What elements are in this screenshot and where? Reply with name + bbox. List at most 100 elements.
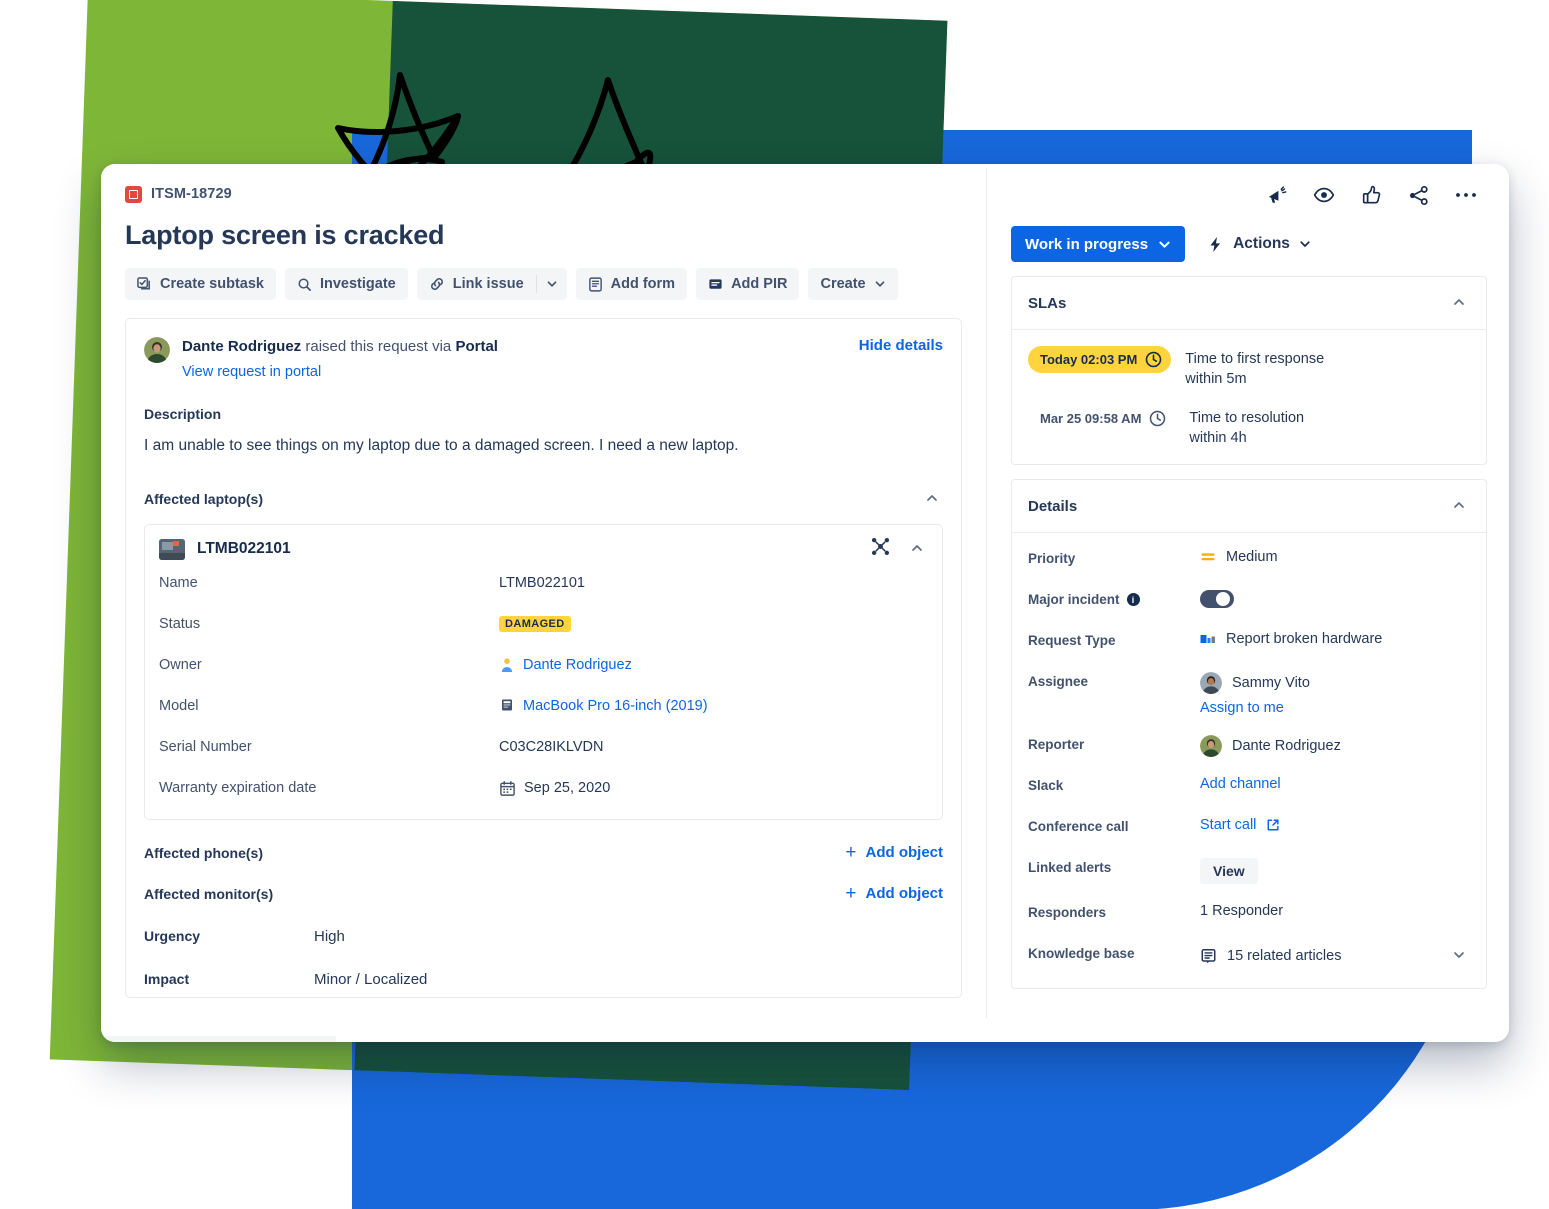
affected-laptops-section-header[interactable]: Affected laptop(s) <box>144 487 943 511</box>
field-value-wrap: MacBook Pro 16-inch (2019) <box>499 698 708 714</box>
object-field-row: Warranty expiration date Sep 25, 2020 <box>145 778 942 798</box>
issue-key[interactable]: ITSM-18729 <box>151 186 232 202</box>
detail-value-wrap[interactable]: Report broken hardware <box>1200 631 1470 647</box>
hide-details-button[interactable]: Hide details <box>859 337 943 354</box>
slas-panel-body: Today 02:03 PM Time to first response wi… <box>1012 330 1486 464</box>
investigate-label: Investigate <box>319 276 396 292</box>
priority-value: Medium <box>1226 549 1278 565</box>
link-issue-label: Link issue <box>452 276 524 292</box>
request-type-icon <box>1200 635 1215 643</box>
field-key: Warranty expiration date <box>159 780 317 796</box>
assignee-user[interactable]: Sammy Vito <box>1200 672 1310 694</box>
details-panel-header[interactable]: Details <box>1012 480 1486 533</box>
detail-row-knowledge-base: Knowledge base 15 related articles <box>1028 944 1470 968</box>
object-chevron-up-icon[interactable] <box>906 537 928 561</box>
detail-value-wrap: Sammy Vito Assign to me <box>1200 672 1470 716</box>
chevron-up-icon[interactable] <box>1448 494 1470 518</box>
thumbs-up-icon[interactable] <box>1361 185 1382 206</box>
investigate-button[interactable]: Investigate <box>284 268 408 300</box>
detail-row-conference-call: Conference call Start call <box>1028 817 1470 839</box>
description-label: Description <box>144 406 222 422</box>
info-icon[interactable]: i <box>1126 593 1140 606</box>
screenshot-stage: ITSM-18729 Laptop screen is cracked Crea… <box>0 0 1549 1209</box>
warranty-date: Sep 25, 2020 <box>524 780 611 796</box>
knowledge-base-value: 15 related articles <box>1227 948 1342 964</box>
detail-value-wrap[interactable]: 15 related articles <box>1200 944 1470 968</box>
device-icon <box>502 699 512 711</box>
form-icon <box>588 276 602 292</box>
field-key: Status <box>159 616 201 632</box>
add-form-button[interactable]: Add form <box>575 268 688 300</box>
major-incident-toggle[interactable]: ✕ <box>1200 590 1234 608</box>
object-field-row: Owner Dante Rodriguez <box>145 655 942 675</box>
field-key: Model <box>159 698 199 714</box>
add-pir-label: Add PIR <box>731 276 788 292</box>
issue-toolbar: Create subtask Investigate Link issue Ad… <box>125 268 962 300</box>
page-title: Laptop screen is cracked <box>125 220 445 250</box>
detail-value-wrap[interactable]: Dante Rodriguez <box>1200 735 1470 757</box>
slas-panel: SLAs Today 02:03 PM Time to first respon… <box>1011 276 1487 465</box>
laptop-object-card: LTMB022101 Name LTMB022101 Status DAMAGE… <box>144 524 943 820</box>
assign-to-me-link[interactable]: Assign to me <box>1200 700 1284 716</box>
sla-description: Time to first response within 5m <box>1185 346 1324 389</box>
create-button[interactable]: Create <box>808 268 898 300</box>
detail-value-wrap: View <box>1200 858 1470 884</box>
urgency-value: High <box>314 928 345 945</box>
priority-medium-icon <box>1201 553 1215 561</box>
field-value-wrap: Sep 25, 2020 <box>499 780 610 797</box>
chevron-down-icon[interactable] <box>1448 944 1470 968</box>
actions-dropdown-button[interactable]: Actions <box>1207 235 1311 253</box>
detail-value-wrap: Add channel <box>1200 776 1470 792</box>
chevron-up-icon[interactable] <box>1448 291 1470 315</box>
create-subtask-button[interactable]: Create subtask <box>125 268 276 300</box>
link-issue-split-button: Link issue <box>416 268 567 300</box>
sla-breach-pill: Today 02:03 PM <box>1028 346 1172 373</box>
slas-title: SLAs <box>1028 294 1067 312</box>
add-form-label: Add form <box>610 276 676 292</box>
start-call-link[interactable]: Start call <box>1200 817 1256 833</box>
field-value-wrap: DAMAGED <box>499 616 571 632</box>
field-key: Serial Number <box>159 739 252 755</box>
create-subtask-label: Create subtask <box>160 276 264 292</box>
create-label: Create <box>820 276 866 292</box>
affected-laptops-label: Affected laptop(s) <box>144 491 263 507</box>
detail-value-wrap: Start call <box>1200 817 1470 833</box>
issue-action-icons <box>1011 178 1487 212</box>
status-and-actions-row: Work in progress Actions <box>1011 226 1487 262</box>
detail-value-wrap[interactable]: Medium <box>1200 549 1470 565</box>
slas-panel-header[interactable]: SLAs <box>1012 277 1486 330</box>
add-pir-button[interactable]: Add PIR <box>696 268 800 300</box>
laptop-object-name[interactable]: LTMB022101 <box>197 540 859 558</box>
view-linked-alerts-button[interactable]: View <box>1200 858 1258 884</box>
add-object-monitors-button[interactable]: + Add object <box>845 882 943 904</box>
reporter-name: Dante Rodriguez <box>1232 738 1341 754</box>
link-issue-chevron-down-icon[interactable] <box>537 268 567 300</box>
details-panel: Details Priority Medium Major incident i… <box>1011 479 1487 989</box>
add-object-phones-button[interactable]: + Add object <box>845 843 944 862</box>
breadcrumb[interactable]: ITSM-18729 <box>125 182 962 206</box>
status-dropdown-button[interactable]: Work in progress <box>1011 226 1186 262</box>
add-object-phones-label: Add object <box>865 844 944 861</box>
chevron-up-icon[interactable] <box>921 487 943 511</box>
view-request-in-portal-link[interactable]: View request in portal <box>182 364 498 380</box>
plus-icon: + <box>845 882 857 904</box>
megaphone-icon[interactable] <box>1266 185 1287 206</box>
more-actions-icon[interactable] <box>1455 191 1477 199</box>
request-details-card: Dante Rodriguez raised this request via … <box>125 318 962 998</box>
calendar-icon <box>500 780 515 796</box>
share-icon[interactable] <box>1408 185 1429 206</box>
object-field-row: Name LTMB022101 <box>145 573 942 593</box>
detail-key-wrap: Major incident i <box>1028 590 1200 607</box>
sla-item: Mar 25 09:58 AM Time to resolution withi… <box>1028 405 1470 448</box>
object-graph-icon[interactable] <box>871 537 890 561</box>
watch-eye-icon[interactable] <box>1313 184 1335 206</box>
link-issue-button[interactable]: Link issue <box>417 268 536 300</box>
model-link[interactable]: MacBook Pro 16-inch (2019) <box>523 698 708 714</box>
detail-key: Slack <box>1028 778 1064 793</box>
detail-key: Linked alerts <box>1028 860 1112 875</box>
subtask-icon <box>137 276 150 289</box>
detail-row-assignee: Assignee Sammy Vito Assign to me <box>1028 672 1470 716</box>
owner-link[interactable]: Dante Rodriguez <box>523 657 632 673</box>
clock-icon <box>1146 351 1162 368</box>
add-channel-link[interactable]: Add channel <box>1200 776 1281 792</box>
